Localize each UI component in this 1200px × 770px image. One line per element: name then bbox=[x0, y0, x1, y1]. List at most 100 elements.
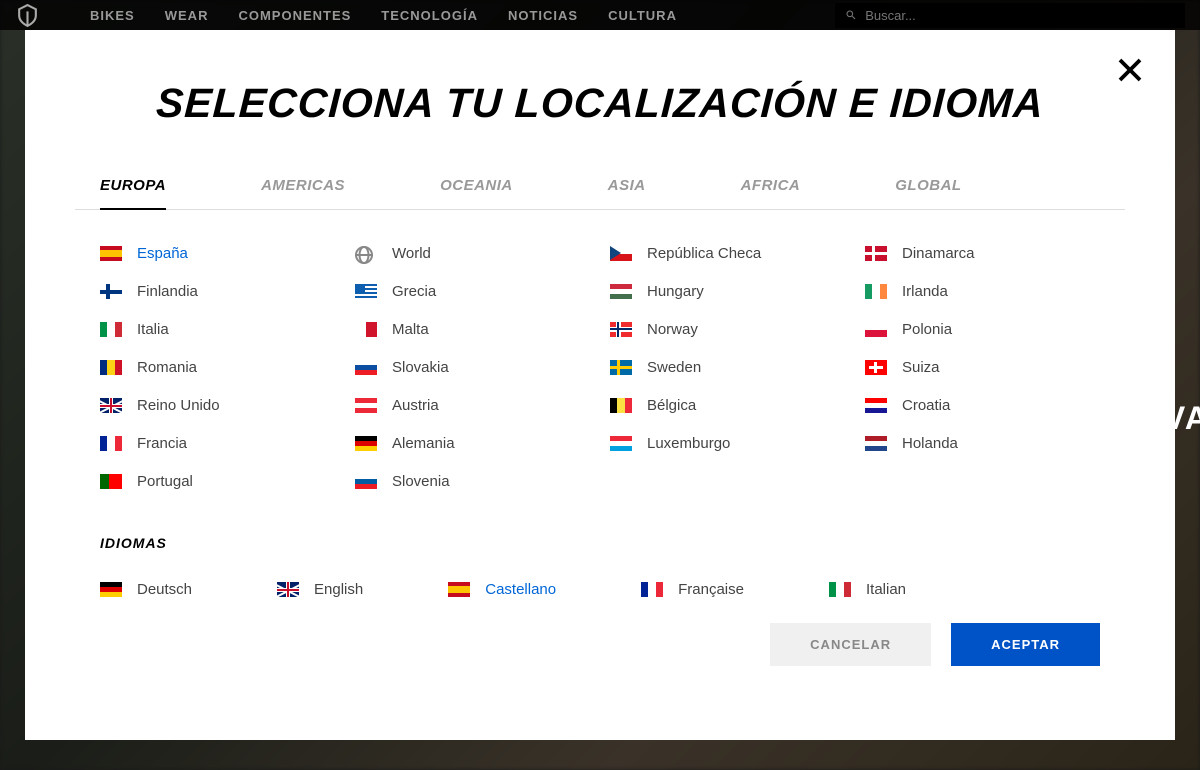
logo-icon[interactable] bbox=[15, 3, 40, 28]
country-option[interactable]: Portugal bbox=[100, 473, 335, 490]
modal-actions: CANCELAR ACEPTAR bbox=[75, 623, 1125, 666]
country-option[interactable]: Suiza bbox=[865, 359, 1100, 376]
flag-dk-icon bbox=[865, 246, 887, 261]
flag-fi-icon bbox=[100, 284, 122, 299]
flag-globe-icon bbox=[355, 246, 377, 261]
country-option[interactable]: Italia bbox=[100, 321, 335, 338]
country-label: Malta bbox=[392, 321, 429, 338]
nav-cultura[interactable]: CULTURA bbox=[608, 8, 677, 23]
tab-americas[interactable]: AMERICAS bbox=[261, 167, 345, 209]
lang-option[interactable]: Française bbox=[641, 581, 744, 598]
tab-global[interactable]: GLOBAL bbox=[895, 167, 961, 209]
nav-wear[interactable]: WEAR bbox=[165, 8, 209, 23]
flag-es-icon bbox=[448, 582, 470, 597]
country-label: Bélgica bbox=[647, 397, 696, 414]
country-label: Italia bbox=[137, 321, 169, 338]
flag-lu-icon bbox=[610, 436, 632, 451]
lang-option[interactable]: Deutsch bbox=[100, 581, 192, 598]
country-option[interactable]: Slovenia bbox=[355, 473, 590, 490]
country-option[interactable]: Dinamarca bbox=[865, 245, 1100, 262]
flag-es-icon bbox=[100, 246, 122, 261]
lang-option[interactable]: English bbox=[277, 581, 363, 598]
flag-cz-icon bbox=[610, 246, 632, 261]
lang-label: Deutsch bbox=[137, 581, 192, 598]
country-option[interactable]: Grecia bbox=[355, 283, 590, 300]
nav-tecnología[interactable]: TECNOLOGÍA bbox=[381, 8, 478, 23]
country-option[interactable]: Hungary bbox=[610, 283, 845, 300]
nav-bikes[interactable]: BIKES bbox=[90, 8, 135, 23]
country-option[interactable]: Polonia bbox=[865, 321, 1100, 338]
country-option[interactable]: Bélgica bbox=[610, 397, 845, 414]
country-option[interactable]: Alemania bbox=[355, 435, 590, 452]
country-option[interactable]: Reino Unido bbox=[100, 397, 335, 414]
country-option[interactable]: Norway bbox=[610, 321, 845, 338]
flag-fr-icon bbox=[100, 436, 122, 451]
country-option[interactable]: Croatia bbox=[865, 397, 1100, 414]
country-option[interactable]: Holanda bbox=[865, 435, 1100, 452]
flag-pt-icon bbox=[100, 474, 122, 489]
modal-title: SELECCIONA TU LOCALIZACIÓN E IDIOMA bbox=[74, 80, 1126, 127]
lang-label: Italian bbox=[866, 581, 906, 598]
country-option[interactable]: Finlandia bbox=[100, 283, 335, 300]
country-option[interactable]: República Checa bbox=[610, 245, 845, 262]
flag-be-icon bbox=[610, 398, 632, 413]
country-option[interactable]: Malta bbox=[355, 321, 590, 338]
country-label: Norway bbox=[647, 321, 698, 338]
country-option[interactable]: Romania bbox=[100, 359, 335, 376]
country-option[interactable]: Sweden bbox=[610, 359, 845, 376]
lang-option[interactable]: Castellano bbox=[448, 581, 556, 598]
country-label: Hungary bbox=[647, 283, 704, 300]
lang-option[interactable]: Italian bbox=[829, 581, 906, 598]
flag-no-icon bbox=[610, 322, 632, 337]
country-label: Holanda bbox=[902, 435, 958, 452]
search-box[interactable] bbox=[835, 3, 1185, 28]
country-label: Grecia bbox=[392, 283, 436, 300]
country-label: Dinamarca bbox=[902, 245, 975, 262]
main-nav: BIKES WEAR COMPONENTES TECNOLOGÍA NOTICIAS CU… bbox=[90, 8, 835, 23]
country-option[interactable]: Luxemburgo bbox=[610, 435, 845, 452]
country-label: Reino Unido bbox=[137, 397, 220, 414]
flag-hr-icon bbox=[865, 398, 887, 413]
tab-europa[interactable]: EUROPA bbox=[100, 167, 166, 210]
search-input[interactable] bbox=[865, 8, 1175, 23]
country-option[interactable]: Austria bbox=[355, 397, 590, 414]
country-grid: España World República Checa Dinamarca Finla… bbox=[75, 210, 1125, 515]
flag-mt-icon bbox=[355, 322, 377, 337]
nav-componentes[interactable]: COMPONENTES bbox=[238, 8, 351, 23]
region-tabs: EUROPA AMERICAS OCEANIA ASIA AFRICA GLOBAL bbox=[75, 167, 1125, 210]
locale-modal: SELECCIONA TU LOCALIZACIÓN E IDIOMA EURO… bbox=[25, 30, 1175, 740]
flag-gr-icon bbox=[355, 284, 377, 299]
accept-button[interactable]: ACEPTAR bbox=[951, 623, 1100, 666]
flag-se-icon bbox=[610, 360, 632, 375]
flag-ch-icon bbox=[865, 360, 887, 375]
flag-it-icon bbox=[829, 582, 851, 597]
country-label: Alemania bbox=[392, 435, 455, 452]
country-option[interactable]: Slovakia bbox=[355, 359, 590, 376]
country-label: España bbox=[137, 245, 188, 262]
country-label: Luxemburgo bbox=[647, 435, 730, 452]
country-option[interactable]: Francia bbox=[100, 435, 335, 452]
country-option[interactable]: Irlanda bbox=[865, 283, 1100, 300]
lang-label: English bbox=[314, 581, 363, 598]
nav-noticias[interactable]: NOTICIAS bbox=[508, 8, 578, 23]
flag-hu-icon bbox=[610, 284, 632, 299]
flag-gb-icon bbox=[277, 582, 299, 597]
flag-sk-icon bbox=[355, 360, 377, 375]
country-label: Sweden bbox=[647, 359, 701, 376]
tab-africa[interactable]: AFRICA bbox=[741, 167, 801, 209]
country-label: Francia bbox=[137, 435, 187, 452]
country-label: Romania bbox=[137, 359, 197, 376]
flag-at-icon bbox=[355, 398, 377, 413]
flag-ro-icon bbox=[100, 360, 122, 375]
tab-asia[interactable]: ASIA bbox=[608, 167, 646, 209]
flag-ie-icon bbox=[865, 284, 887, 299]
country-option[interactable]: World bbox=[355, 245, 590, 262]
lang-label: Castellano bbox=[485, 581, 556, 598]
search-icon bbox=[845, 9, 857, 22]
flag-de-icon bbox=[100, 582, 122, 597]
cancel-button[interactable]: CANCELAR bbox=[770, 623, 931, 666]
flag-pl-icon bbox=[865, 322, 887, 337]
tab-oceania[interactable]: OCEANIA bbox=[440, 167, 513, 209]
country-option[interactable]: España bbox=[100, 245, 335, 262]
country-label: Finlandia bbox=[137, 283, 198, 300]
